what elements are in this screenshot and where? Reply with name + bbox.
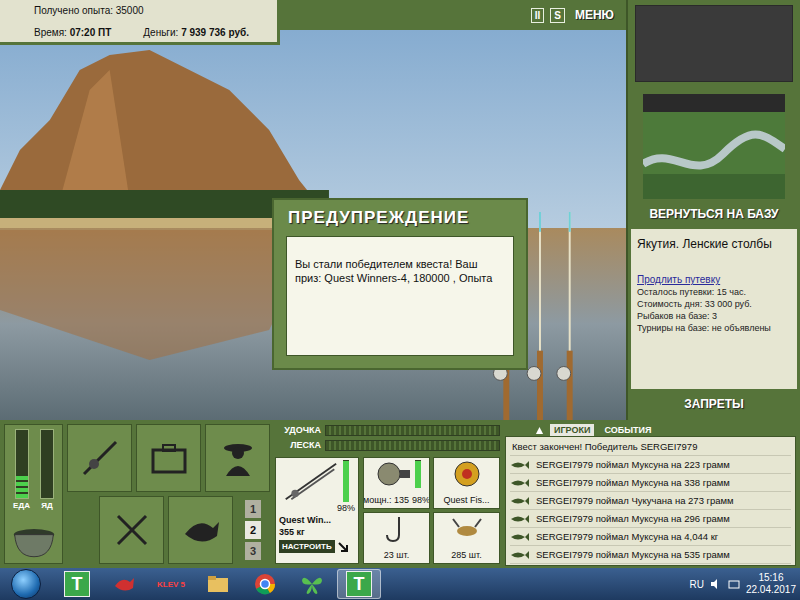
clock[interactable]: 15:1622.04.2017: [746, 572, 796, 596]
knife-fork-icon: [112, 510, 152, 550]
fish-icon: [510, 532, 530, 542]
dialog-message: Вы стали победителем квеста! Ваш приз: Q…: [286, 236, 514, 356]
actions-panel: ЕДА ЯД 1 2 3: [4, 424, 270, 564]
scene: II S МЕНЮ Получено опыта: 35000 Время: 07:20…: [0, 0, 628, 420]
reel-slot[interactable]: мощн.: 13598%: [363, 457, 430, 509]
taskbar-app[interactable]: T: [55, 569, 99, 599]
taskbar-app[interactable]: [243, 569, 287, 599]
info-line: Рыбаков на базе: 3: [637, 310, 791, 322]
time-text: Время: 07:20 ПТ: [34, 26, 111, 40]
system-tray: RU 15:1622.04.2017: [689, 572, 796, 596]
rod-icon: [80, 438, 120, 478]
event-row: SERGEI7979 поймал Муксуна на 4,044 кг: [510, 528, 791, 546]
event-row: SERGEI7979 поймал Муксуна на 296 грамм: [510, 510, 791, 528]
taskbar-app[interactable]: [290, 569, 334, 599]
fish-icon: [510, 460, 530, 470]
taskbar: T KLEV 5 T RU 15:1622.04.2017: [0, 568, 800, 600]
tension-gauge: ЛЕСКА: [275, 439, 500, 451]
arrow-icon[interactable]: [338, 542, 348, 552]
event-row: SERGEI7979 поймал Чукучана на 273 грамм: [510, 492, 791, 510]
box-icon: [149, 438, 189, 478]
speaker-icon[interactable]: [710, 578, 722, 590]
sidebar: ВЕРНУТЬСЯ НА БАЗУ Якутия. Ленские столбы П…: [628, 0, 800, 420]
need-meter: ЕДА: [13, 429, 30, 510]
money-text: Деньги: 7 939 736 руб.: [143, 26, 249, 40]
fish-keepnet-button[interactable]: [168, 496, 233, 564]
info-line: Турниры на базе: не объявлены: [637, 322, 791, 334]
needs: ЕДА ЯД: [4, 424, 63, 564]
fish-icon: [510, 496, 530, 506]
slot-button[interactable]: 3: [245, 542, 261, 560]
fly-bait-icon: [447, 515, 487, 543]
taskbar-app[interactable]: [196, 569, 240, 599]
butterfly-icon: [300, 572, 324, 596]
collapse-icon[interactable]: [535, 426, 544, 435]
event-row: SERGEI7979 поймал Муксуна на 535 грамм: [510, 546, 791, 564]
info-line: Стоимость дня: 33 000 руб.: [637, 298, 791, 310]
fish-icon: [510, 478, 530, 488]
line-spool-icon: [447, 460, 487, 488]
location-title: Якутия. Ленские столбы: [637, 237, 791, 251]
location-photo[interactable]: [643, 94, 785, 199]
fish-icon: [181, 510, 221, 550]
network-icon[interactable]: [728, 578, 740, 590]
info-line: Осталось путевки: 15 час.: [637, 286, 791, 298]
events-panel: ИГРОКИ СОБЫТИЯ Квест закончен! Победитель …: [505, 424, 796, 564]
rods-button[interactable]: [67, 424, 132, 492]
tackle-box-button[interactable]: [136, 424, 201, 492]
menu-button[interactable]: МЕНЮ: [575, 8, 614, 22]
warning-dialog: ПРЕДУПРЕЖДЕНИЕВы стали победителем квест…: [272, 198, 528, 370]
extend-link[interactable]: Продлить путевку: [637, 273, 791, 286]
taskbar-app[interactable]: T: [337, 569, 381, 599]
chrome-icon: [253, 572, 277, 596]
experience-text: Получено опыта: 35000: [34, 4, 269, 18]
rod-icon: [279, 460, 341, 502]
pause-button[interactable]: II: [531, 8, 545, 23]
bottom-panel: ЕДА ЯД 1 2 3 УДОЧКА ЛЕСКА 98%Quest Win...355 кг…: [0, 420, 800, 568]
location-info: Якутия. Ленские столбы Продлить путевкуОс…: [631, 229, 797, 389]
hook-slot[interactable]: 23 шт.: [363, 512, 430, 564]
start-button[interactable]: [0, 569, 52, 599]
status-panel: Получено опыта: 35000 Время: 07:20 ПТ День…: [0, 0, 280, 45]
tune-button[interactable]: НАСТРОИТЬ: [279, 540, 335, 553]
folder-icon: [206, 572, 230, 596]
taskbar-app[interactable]: [102, 569, 146, 599]
fisherman-button[interactable]: [205, 424, 270, 492]
tackle-panel: УДОЧКА ЛЕСКА 98%Quest Win...355 кгНАСТРОИТ…: [275, 424, 500, 564]
food-button[interactable]: [99, 496, 164, 564]
line-slot[interactable]: Quest Fis...: [433, 457, 500, 509]
game-screen: II S МЕНЮ Получено опыта: 35000 Время: 07:20…: [0, 0, 800, 600]
tension-gauge: УДОЧКА: [275, 424, 500, 436]
slot-selector: 1 2 3: [245, 496, 261, 564]
need-meter: ЯД: [40, 429, 54, 510]
fish-logo-icon: [112, 572, 136, 596]
slot-button[interactable]: 2: [245, 521, 261, 539]
fish-icon: [510, 514, 530, 524]
rod-slot[interactable]: 98%Quest Win...355 кгНАСТРОИТЬ: [275, 457, 359, 564]
event-row: Квест закончен! Победитель SERGEI7979: [510, 438, 791, 456]
language-indicator[interactable]: RU: [689, 579, 703, 590]
fish-icon: [510, 550, 530, 560]
bait-slot[interactable]: 285 шт.: [433, 512, 500, 564]
sound-button[interactable]: S: [550, 8, 565, 23]
ad-box: [635, 5, 793, 82]
events-tab[interactable]: ИГРОКИ: [550, 424, 594, 436]
dialog-title: ПРЕДУПРЕЖДЕНИЕ: [274, 200, 526, 236]
event-row: SERGEI7979 поймал Муксуна на 338 грамм: [510, 474, 791, 492]
fisherman-icon: [218, 438, 258, 478]
hook-icon: [377, 515, 417, 543]
event-row: SERGEI7979 поймал Муксуна на 223 грамм: [510, 456, 791, 474]
pot-icon[interactable]: [11, 525, 57, 559]
return-button[interactable]: ВЕРНУТЬСЯ НА БАЗУ: [649, 205, 778, 223]
slot-button[interactable]: 1: [245, 500, 261, 518]
bans-button[interactable]: ЗАПРЕТЫ: [684, 395, 744, 413]
taskbar-app[interactable]: KLEV 5: [149, 569, 193, 599]
reel-icon: [373, 460, 413, 488]
top-area: II S МЕНЮ Получено опыта: 35000 Время: 07:20…: [0, 0, 800, 420]
events-tab[interactable]: СОБЫТИЯ: [600, 424, 655, 436]
